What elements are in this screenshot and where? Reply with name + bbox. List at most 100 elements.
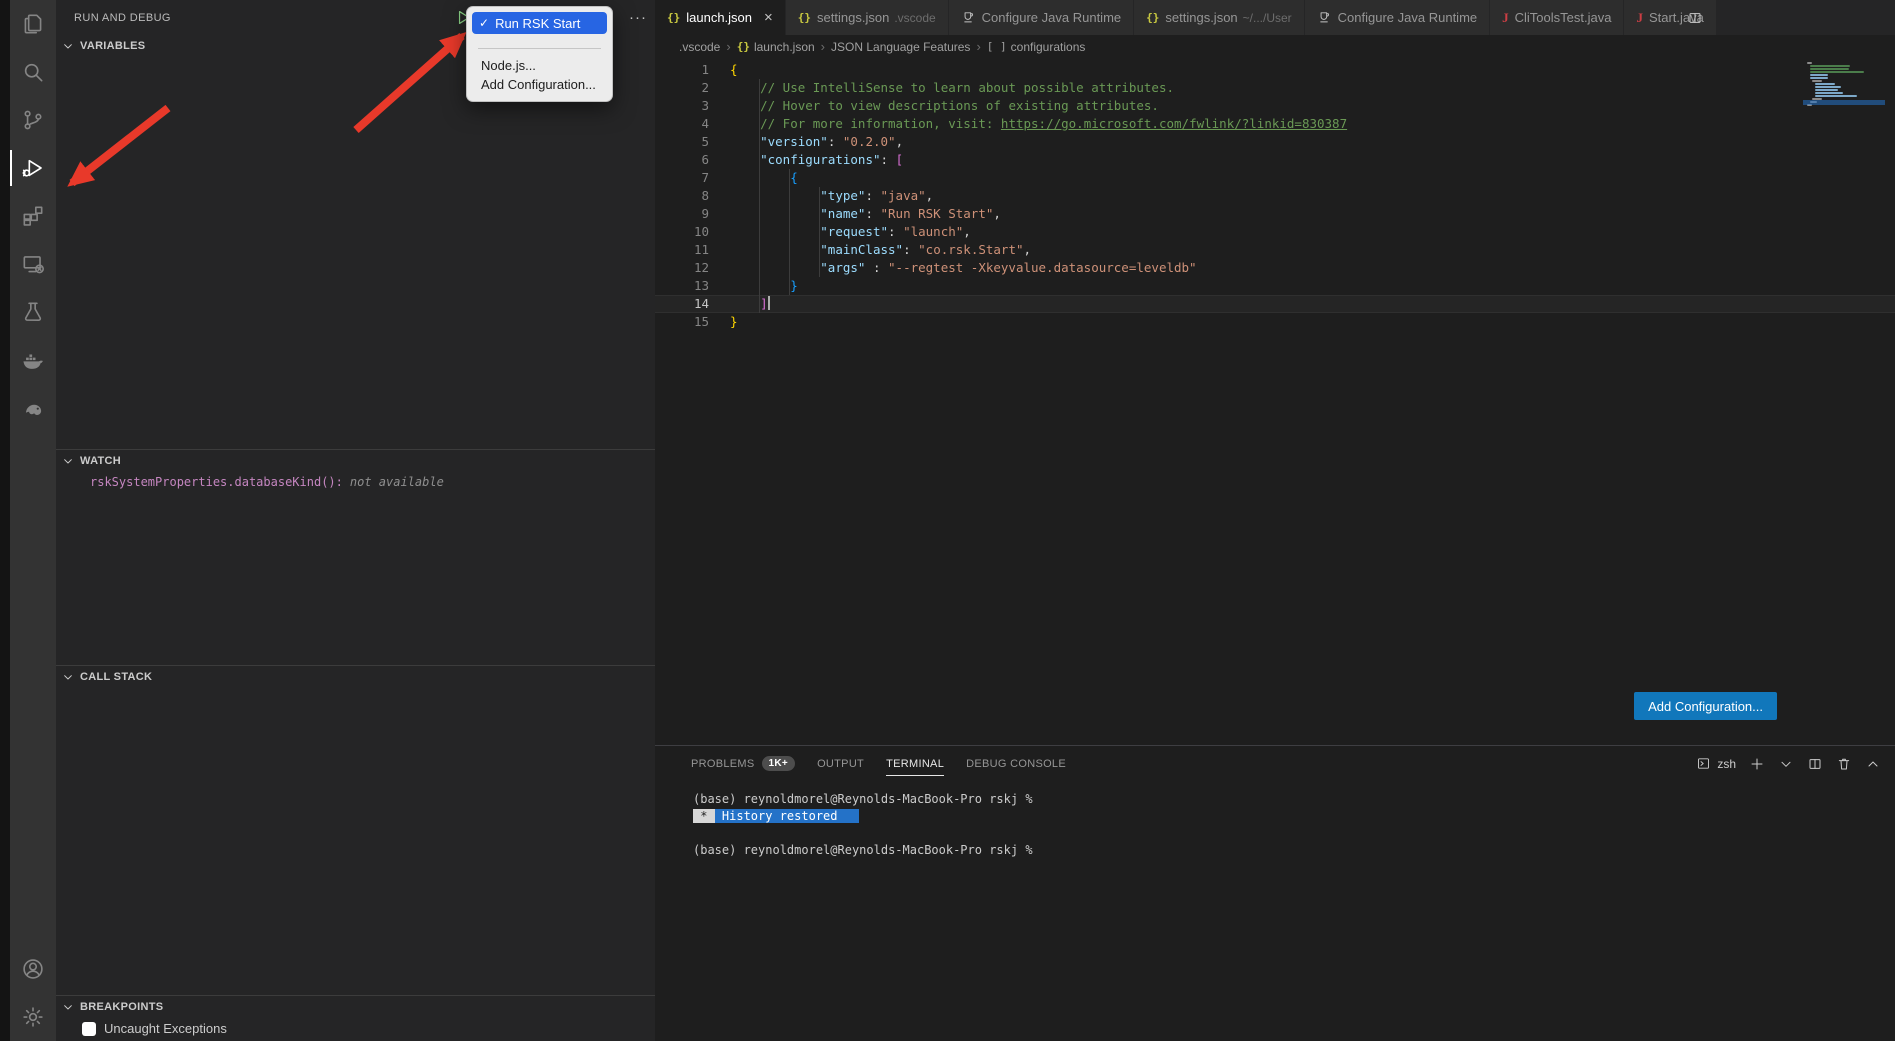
code-line-12[interactable]: 12"args" : "--regtest -Xkeyvalue.datasou…	[655, 259, 1895, 277]
indent-guide	[730, 241, 760, 259]
breadcrumb-item--vscode[interactable]: .vscode	[679, 40, 720, 54]
code-line-9[interactable]: 9"name": "Run RSK Start",	[655, 205, 1895, 223]
chevron-down-icon	[60, 453, 76, 469]
close-icon[interactable]: ×	[764, 10, 773, 25]
panel-tab-terminal[interactable]: TERMINAL	[886, 746, 944, 781]
breadcrumb-item-json-language-features[interactable]: JSON Language Features	[831, 40, 970, 54]
add-configuration-button[interactable]: Add Configuration...	[1634, 692, 1777, 720]
code-line-2[interactable]: 2// Use IntelliSense to learn about poss…	[655, 79, 1895, 97]
editor-body[interactable]: 1{2// Use IntelliSense to learn about po…	[655, 58, 1895, 745]
panel-tab-debug-console[interactable]: DEBUG CONSOLE	[966, 746, 1066, 781]
line-number[interactable]: 6	[655, 151, 709, 169]
tab-label: settings.json	[817, 10, 889, 25]
code-line-3[interactable]: 3// Hover to view descriptions of existi…	[655, 97, 1895, 115]
line-number[interactable]: 10	[655, 223, 709, 241]
terminal-line: (base) reynoldmorel@Reynolds-MacBook-Pro…	[693, 842, 1895, 859]
minimap-line	[1815, 89, 1839, 91]
breadcrumb-item-configurations[interactable]: [ ]configurations	[987, 40, 1086, 54]
code-line-7[interactable]: 7{	[655, 169, 1895, 187]
indent-guide	[730, 97, 760, 115]
minimap-current-line	[1803, 100, 1885, 105]
activity-item-gradle[interactable]	[10, 384, 56, 432]
line-number[interactable]: 11	[655, 241, 709, 259]
activity-item-extensions[interactable]	[10, 192, 56, 240]
breakpoints-section: BREAKPOINTS Uncaught Exceptions	[56, 995, 655, 1041]
line-number[interactable]: 9	[655, 205, 709, 223]
new-terminal-button[interactable]	[1749, 756, 1765, 772]
line-number[interactable]: 14	[655, 295, 709, 313]
tab-configure-java-runtime[interactable]: Configure Java Runtime	[949, 0, 1134, 35]
more-actions-icon[interactable]: ···	[629, 13, 647, 23]
tab-clitoolstest-java[interactable]: JCliToolsTest.java	[1490, 0, 1624, 35]
code-line-15[interactable]: 15}	[655, 313, 1895, 331]
indent-guide	[730, 223, 760, 241]
code-line-6[interactable]: 6"configurations": [	[655, 151, 1895, 169]
activity-item-account[interactable]	[10, 945, 56, 993]
line-number[interactable]: 8	[655, 187, 709, 205]
activity-item-docker[interactable]	[10, 336, 56, 384]
menu-item-node-js-[interactable]: Node.js...	[472, 56, 607, 75]
watch-expression-row[interactable]: rskSystemProperties.databaseKind():not a…	[56, 472, 655, 489]
line-number[interactable]: 12	[655, 259, 709, 277]
menu-item-add-configuration-[interactable]: Add Configuration...	[472, 75, 607, 94]
maximize-panel-icon[interactable]	[1865, 756, 1881, 772]
terminal-line: (base) reynoldmorel@Reynolds-MacBook-Pro…	[693, 791, 1895, 808]
call-stack-section-header[interactable]: CALL STACK	[56, 666, 655, 688]
code-area[interactable]: 1{2// Use IntelliSense to learn about po…	[655, 61, 1895, 331]
watch-section-title: WATCH	[80, 455, 121, 467]
menu-item-run-rsk-start[interactable]: ✓ Run RSK Start	[472, 12, 607, 34]
line-number[interactable]: 13	[655, 277, 709, 295]
line-content: {	[709, 169, 798, 187]
tab-configure-java-runtime[interactable]: Configure Java Runtime	[1305, 0, 1490, 35]
code-line-5[interactable]: 5"version": "0.2.0",	[655, 133, 1895, 151]
line-number[interactable]: 7	[655, 169, 709, 187]
line-number[interactable]: 2	[655, 79, 709, 97]
tab-settings-json[interactable]: {}settings.json~/.../User	[1134, 0, 1305, 35]
activity-item-remote-explorer[interactable]	[10, 240, 56, 288]
uncaught-exceptions-checkbox[interactable]	[82, 1022, 96, 1036]
activity-item-settings[interactable]	[10, 993, 56, 1041]
code-line-14[interactable]: 14]	[655, 295, 1895, 313]
activity-item-explorer[interactable]	[10, 0, 56, 48]
testing-icon	[20, 299, 46, 325]
indent-guide	[760, 187, 790, 205]
line-number[interactable]: 5	[655, 133, 709, 151]
breadcrumb-label: .vscode	[679, 40, 720, 54]
tab-settings-json[interactable]: {}settings.json.vscode	[786, 0, 949, 35]
code-line-10[interactable]: 10"request": "launch",	[655, 223, 1895, 241]
line-content: "configurations": [	[709, 151, 903, 169]
line-content: "mainClass": "co.rsk.Start",	[709, 241, 1031, 259]
indent-guide	[790, 241, 820, 259]
panel-tab-problems[interactable]: PROBLEMS1K+	[691, 746, 795, 781]
code-line-11[interactable]: 11"mainClass": "co.rsk.Start",	[655, 241, 1895, 259]
indent-guide	[730, 187, 760, 205]
activity-item-testing[interactable]	[10, 288, 56, 336]
line-number[interactable]: 15	[655, 313, 709, 331]
watch-section-header[interactable]: WATCH	[56, 450, 655, 472]
terminal-shell-button[interactable]: zsh	[1696, 756, 1736, 771]
panel-tab-output[interactable]: OUTPUT	[817, 746, 864, 781]
json-braces-icon: {}	[737, 40, 750, 53]
tab-launch-json[interactable]: {}launch.json×	[655, 0, 786, 35]
split-terminal-icon[interactable]	[1807, 756, 1823, 772]
breakpoints-section-header[interactable]: BREAKPOINTS	[56, 996, 655, 1018]
line-number[interactable]: 1	[655, 61, 709, 79]
activity-item-run-and-debug[interactable]	[10, 144, 56, 192]
activity-item-search[interactable]	[10, 48, 56, 96]
line-number[interactable]: 3	[655, 97, 709, 115]
tab-start-java[interactable]: JStart.java	[1624, 0, 1716, 35]
breadcrumb-item-launch-json[interactable]: {}launch.json	[737, 40, 815, 54]
code-line-8[interactable]: 8"type": "java",	[655, 187, 1895, 205]
terminal-profile-dropdown-icon[interactable]	[1778, 756, 1794, 772]
code-line-4[interactable]: 4// For more information, visit: https:/…	[655, 115, 1895, 133]
kill-terminal-icon[interactable]	[1836, 756, 1852, 772]
code-line-13[interactable]: 13}	[655, 277, 1895, 295]
json-braces-icon: {}	[1146, 11, 1159, 24]
minimap[interactable]	[1807, 62, 1879, 107]
terminal-output[interactable]: (base) reynoldmorel@Reynolds-MacBook-Pro…	[655, 781, 1895, 859]
activity-item-source-control[interactable]	[10, 96, 56, 144]
code-line-1[interactable]: 1{	[655, 61, 1895, 79]
line-number[interactable]: 4	[655, 115, 709, 133]
chevron-down-icon	[60, 669, 76, 685]
split-editor-icon[interactable]	[1687, 10, 1703, 26]
